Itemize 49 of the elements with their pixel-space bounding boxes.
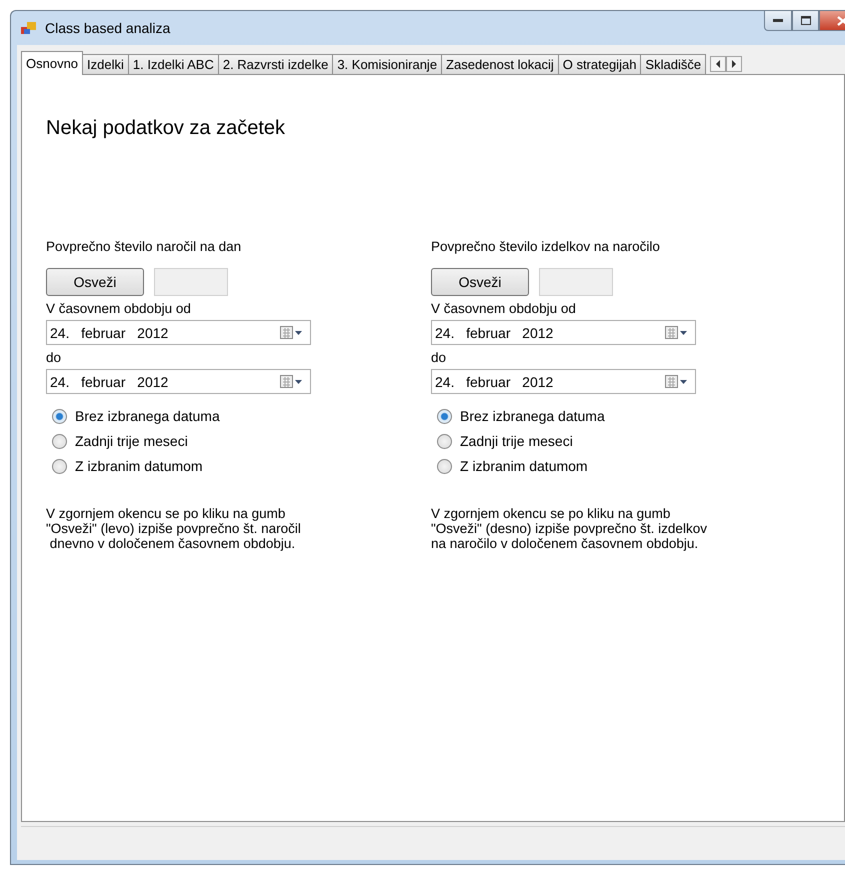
refresh-button[interactable]: Osveži <box>46 268 144 296</box>
description-text: V zgornjem okencu se po kliku na gumb "Osveži" (desno) izpiše povprečno št. izdelkov na naročilo v določenem časovnem obdobju. <box>431 506 708 551</box>
radio-button[interactable] <box>437 408 452 424</box>
to-label: do <box>431 349 448 367</box>
tab[interactable]: Osnovno <box>21 51 84 75</box>
date-picker[interactable]: 24. februar 2012 <box>46 320 311 345</box>
section-title: Povprečno število naročil na dan <box>46 238 242 256</box>
left-arrow-icon <box>715 60 722 68</box>
calendar-dropdown-icon[interactable] <box>280 374 304 388</box>
tab[interactable]: O strategijah <box>558 54 642 75</box>
radio-button[interactable] <box>52 408 67 424</box>
tab[interactable]: 1. Izdelki ABC <box>128 54 219 75</box>
refresh-button[interactable]: Osveži <box>431 268 529 296</box>
calendar-dropdown-icon[interactable] <box>280 326 304 340</box>
radio-button[interactable] <box>437 458 452 474</box>
radio-label[interactable]: Z izbranim datumom <box>75 458 203 474</box>
radio-label[interactable]: Brez izbranega datuma <box>460 408 605 424</box>
description-text: V zgornjem okencu se po kliku na gumb "Osveži" (levo) izpiše povprečno št. naročil dnevno v določenem časovnem obdobju. <box>46 506 302 551</box>
radio-button[interactable] <box>52 458 67 474</box>
app-icon <box>21 21 37 35</box>
section-title: Povprečno število izdelkov na naročilo <box>431 238 661 256</box>
date-picker[interactable]: 24. februar 2012 <box>46 369 311 394</box>
minimize-icon <box>773 18 783 22</box>
radio-button[interactable] <box>52 434 67 448</box>
minimize-button[interactable] <box>764 11 792 31</box>
calendar-dropdown-icon[interactable] <box>665 374 689 388</box>
radio-label[interactable]: Zadnji trije meseci <box>460 433 573 449</box>
radio-button[interactable] <box>437 434 452 448</box>
maximize-button[interactable] <box>792 11 819 31</box>
page-heading: Nekaj podatkov za začetek <box>46 117 286 140</box>
date-picker[interactable]: 24. februar 2012 <box>431 369 696 394</box>
right-arrow-icon <box>731 60 738 68</box>
tab[interactable]: Zasedenost lokacij <box>441 54 559 75</box>
tab[interactable]: Izdelki <box>82 54 129 75</box>
from-label: V časovnem obdobju od <box>46 300 192 318</box>
tab[interactable]: 2. Razvrsti izdelke <box>218 54 334 75</box>
scroll-right-button[interactable] <box>726 56 742 72</box>
tab[interactable]: Skladišče <box>640 54 706 75</box>
date-picker[interactable]: 24. februar 2012 <box>431 320 696 345</box>
window-title: Class based analiza <box>45 20 170 36</box>
radio-label[interactable]: Brez izbranega datuma <box>75 408 220 424</box>
radio-label[interactable]: Zadnji trije meseci <box>75 433 188 449</box>
calendar-dropdown-icon[interactable] <box>665 326 689 340</box>
radio-label[interactable]: Z izbranim datumom <box>460 458 588 474</box>
tab[interactable]: 3. Komisioniranje <box>332 54 442 75</box>
to-label: do <box>46 349 62 367</box>
scroll-left-button[interactable] <box>710 56 726 72</box>
maximize-icon <box>800 16 810 25</box>
from-label: V časovnem obdobju od <box>431 300 577 318</box>
